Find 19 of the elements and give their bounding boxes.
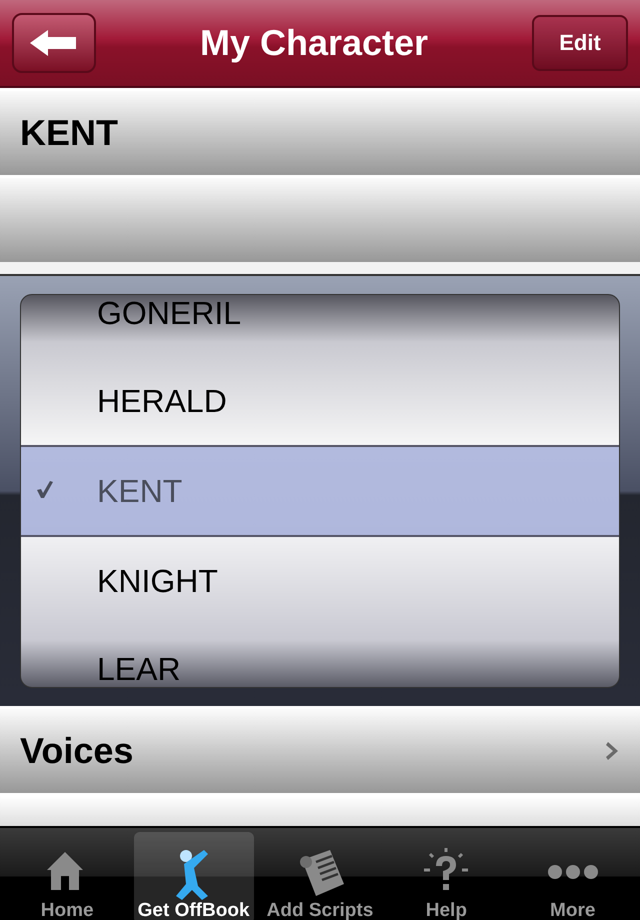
tab[interactable]: Home <box>7 832 128 920</box>
edit-button[interactable]: Edit <box>532 15 628 71</box>
tab[interactable]: Add Scripts <box>260 832 380 920</box>
chevron-right-icon <box>606 740 620 762</box>
picker-wheel[interactable]: GONERIL HERALD KENT KNIGHT LEAR <box>20 294 620 688</box>
picker-option[interactable]: GONERIL <box>97 295 242 332</box>
tab[interactable]: More <box>512 832 633 920</box>
picker-option[interactable]: KNIGHT <box>97 562 218 600</box>
picker-option[interactable]: KENT <box>97 472 182 510</box>
voices-label: Voices <box>20 730 134 772</box>
character-row[interactable]: KENT <box>0 88 640 175</box>
tab[interactable]: Get OffBook <box>134 832 254 920</box>
voices-row[interactable]: Voices <box>0 706 640 793</box>
tab[interactable]: Help <box>386 832 506 920</box>
screen-title: My Character <box>200 22 428 64</box>
picker-option[interactable]: LEAR <box>97 650 181 687</box>
back-button[interactable] <box>12 13 96 73</box>
character-name: KENT <box>20 112 118 154</box>
picker-option[interactable]: HERALD <box>97 382 227 420</box>
